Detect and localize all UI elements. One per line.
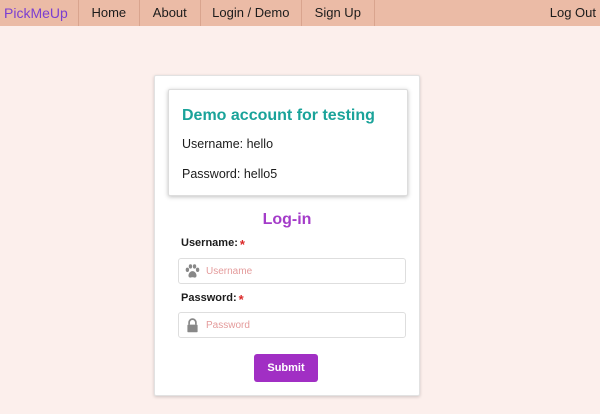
paw-icon	[185, 264, 200, 278]
login-title: Log-in	[262, 211, 312, 228]
nav-login-demo[interactable]: Login / Demo	[199, 0, 301, 26]
login-card: Demo account for testing Username: hello…	[154, 75, 420, 396]
lock-icon	[187, 318, 198, 333]
username-label-text: Username:	[181, 237, 238, 249]
demo-password: Password: hello5	[182, 167, 278, 181]
demo-username: Username: hello	[182, 137, 274, 151]
demo-title: Demo account for testing	[182, 107, 375, 124]
demo-account-box: Demo account for testing Username: hello…	[168, 89, 408, 196]
top-navbar: PickMeUp Home About Login / Demo Sign Up…	[0, 0, 600, 26]
password-field[interactable]	[178, 312, 406, 338]
username-field[interactable]	[178, 258, 406, 284]
password-label-text: Password:	[181, 292, 237, 304]
brand-logo[interactable]: PickMeUp	[0, 0, 78, 26]
username-label: Username: *	[181, 237, 245, 252]
nav-about[interactable]: About	[138, 0, 200, 26]
nav-sign-up[interactable]: Sign Up	[300, 0, 375, 26]
required-marker: *	[239, 237, 245, 252]
submit-button[interactable]: Submit	[254, 354, 318, 382]
logout-link[interactable]: Log Out	[550, 0, 596, 26]
password-label: Password: *	[181, 292, 244, 307]
nav-home[interactable]: Home	[77, 0, 139, 26]
password-input[interactable]	[206, 313, 401, 337]
username-input[interactable]	[206, 259, 401, 283]
required-marker: *	[238, 292, 244, 307]
